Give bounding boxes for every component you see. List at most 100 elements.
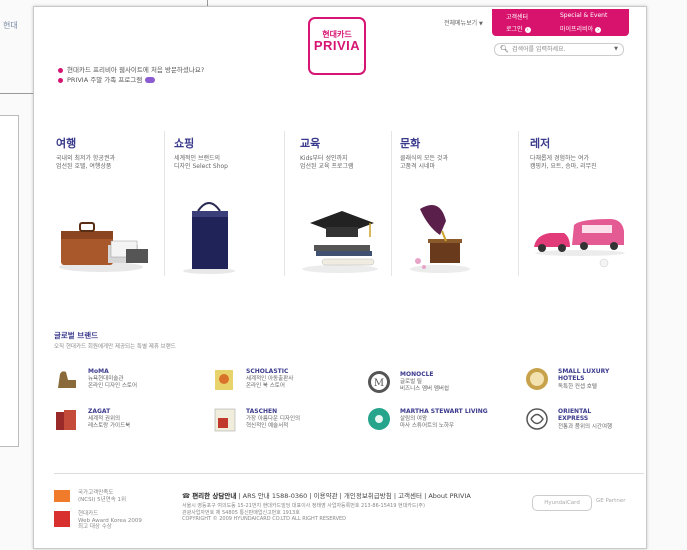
- brand-desc: 살림의 여왕 마사 스튜어트의 노하우: [400, 416, 454, 430]
- taschen-book-icon: [214, 408, 236, 432]
- category-title: 여행: [56, 137, 77, 150]
- customer-center-link[interactable]: 고객센터: [506, 12, 528, 21]
- brand-desc-line: 온라인 디자인 스토어: [88, 383, 138, 389]
- brand-desc-line: 혁신적인 예술서적: [246, 423, 289, 429]
- scholastic-book-icon: [215, 370, 233, 390]
- svg-text:M: M: [374, 378, 384, 389]
- customer-center-footer-link[interactable]: 고객센터: [398, 492, 422, 500]
- weekend-program-link[interactable]: PRIVIA 주말 가족 프로그램: [58, 74, 156, 84]
- award-icon: [54, 511, 70, 527]
- weekend-program-label: PRIVIA 주말 가족 프로그램: [67, 76, 143, 84]
- brand-name: MARTHA STEWART LIVING: [400, 408, 488, 415]
- brand-name-line: ORIENTAL: [558, 408, 592, 415]
- chevron-down-icon[interactable]: ▼: [614, 44, 618, 55]
- category-travel[interactable]: 여행 국내외 최저가 항공권과 엄선된 호텔, 여행상품: [56, 131, 166, 281]
- award-text: 현대카드 Web Award Korea 2009 최고 대상 수상: [78, 511, 142, 531]
- brand-monocle[interactable]: M MONOCLE 글로벌 릴 비즈니스 멤버 멤버쉽: [366, 369, 506, 399]
- my-privia-label: 마이프리비아: [560, 26, 594, 33]
- search-input[interactable]: 🔍︎ 검색어를 입력하세요. ▼: [494, 43, 624, 56]
- category-desc-line: 캠핑카, 요트, 승마, 리무진: [530, 163, 597, 170]
- brand-martha-stewart[interactable]: MARTHA STEWART LIVING 살림의 여왕 마사 스튜어트의 노하…: [366, 406, 506, 436]
- brand-desc: 세계적인 아동출판사 온라인 북 스토어: [246, 376, 293, 390]
- category-title: 문화: [400, 137, 421, 150]
- brand-name: MONOCLE: [400, 371, 434, 378]
- about-link[interactable]: About PRIVIA: [428, 492, 470, 500]
- award-text: 국가고객만족도 (NCSI) 5년연속 1위: [78, 490, 126, 503]
- brand-taschen[interactable]: TASCHEN 가장 아름다운 디자인의 혁신적인 예술서적: [212, 406, 352, 436]
- company-info: 서울시 영등포구 여의도동 15-21번지 현대카드빌딩 대표이사 정태영 사업…: [182, 503, 425, 523]
- zagat-books-icon: [56, 410, 76, 430]
- background-title: 현대: [3, 21, 18, 30]
- sitemap-link[interactable]: 전체메뉴보기 ▼: [444, 18, 483, 27]
- first-visit-link[interactable]: 현대카드 프리비아 웹사이트에 처음 방문하셨나요?: [58, 64, 204, 74]
- search-icon: 🔍︎: [500, 45, 509, 53]
- category-shopping[interactable]: 쇼핑 세계적인 브랜드의 디자인 Select Shop: [174, 131, 284, 281]
- category-desc: 다채롭게 경험하는 여가 캠핑카, 요트, 승마, 리무진: [530, 155, 635, 171]
- brand-desc-line: 뉴욕현대미술관: [88, 376, 124, 382]
- chevron-down-icon: ▼: [479, 21, 483, 27]
- category-culture[interactable]: 문화 클래식의 모든 것과 고품격 시네마: [400, 131, 510, 281]
- category-desc-line: 고품격 시네마: [400, 163, 436, 170]
- login-label: 로그인: [506, 26, 523, 33]
- category-desc-line: 다채롭게 경험하는 여가: [530, 155, 590, 162]
- brand-scholastic[interactable]: SCHOLASTIC 세계적인 아동출판사 온라인 북 스토어: [212, 366, 352, 396]
- category-desc-line: 엄선된 교육 프로그램: [300, 163, 354, 170]
- bullet-icon: [58, 77, 63, 83]
- gramophone-icon: [410, 205, 470, 273]
- oriental-express-emblem-icon: [526, 408, 548, 430]
- brand-name: SMALL LUXURY HOTELS: [558, 368, 609, 382]
- my-privia-button[interactable]: 마이프리비아 ›: [560, 24, 602, 33]
- hyundaicard-partner-logo[interactable]: HyundaiCard: [532, 495, 592, 511]
- category-leisure[interactable]: 레저 다채롭게 경험하는 여가 캠핑카, 요트, 승마, 리무진: [530, 131, 640, 281]
- speech-bubble-icon: [145, 77, 156, 83]
- brand-desc-line: 비즈니스 멤버 멤버쉽: [400, 386, 450, 392]
- sitemap-label: 전체메뉴보기: [444, 20, 478, 27]
- brand-desc: 뉴욕현대미술관 온라인 디자인 스토어: [88, 376, 137, 390]
- moma-chair-icon: [58, 371, 76, 388]
- brand-name-line: EXPRESS: [558, 415, 589, 422]
- brand-zagat[interactable]: ZAGAT 세계적 권위의 레스토랑 가이드북: [54, 406, 194, 436]
- award-icon: [54, 490, 70, 502]
- martha-stewart-logo-icon: [368, 408, 390, 430]
- brand-desc: 전통과 품위의 시간여행: [558, 424, 613, 430]
- category-title: 레저: [530, 137, 551, 150]
- brand-desc: 글로벌 릴 비즈니스 멤버 멤버쉽: [400, 379, 449, 393]
- brand-name: ZAGAT: [88, 408, 111, 415]
- brand-moma[interactable]: MoMA 뉴욕현대미술관 온라인 디자인 스토어: [54, 366, 194, 396]
- brand-name: TASCHEN: [246, 408, 278, 415]
- privia-logo[interactable]: 현대카드 PRIVIA: [308, 17, 366, 75]
- award-text-line: 최고 대상 수상: [78, 524, 112, 530]
- brand-desc-line: 살림의 여왕: [400, 416, 428, 422]
- award-text-line: (NCSI) 5년연속 1위: [78, 496, 127, 503]
- brand-desc-line: 세계적 권위의: [88, 416, 121, 422]
- brand-name: ORIENTAL EXPRESS: [558, 408, 591, 422]
- category-desc-line: Kids부터 성인까지: [300, 155, 348, 162]
- category-education[interactable]: 교육 Kids부터 성인까지 엄선된 교육 프로그램: [300, 131, 410, 281]
- category-desc-line: 세계적인 브랜드의: [174, 155, 221, 162]
- privacy-link[interactable]: 개인정보취급방침: [344, 492, 392, 500]
- ge-partner-logo: GE Partner: [596, 498, 626, 504]
- category-desc: Kids부터 성인까지 엄선된 교육 프로그램: [300, 155, 405, 171]
- brand-desc-line: 세계적인 아동출판사: [246, 376, 294, 382]
- login-button[interactable]: 로그인 ›: [506, 24, 531, 33]
- category-title: 쇼핑: [174, 137, 195, 150]
- brand-name-line: SMALL LUXURY: [558, 368, 610, 375]
- arrow-right-icon: ›: [524, 26, 531, 33]
- special-event-link[interactable]: Special & Event: [560, 12, 607, 19]
- category-divider: [164, 131, 165, 276]
- brand-oriental-express[interactable]: ORIENTAL EXPRESS 전통과 품위의 시간여행: [524, 406, 646, 436]
- category-divider: [518, 131, 519, 276]
- category-desc-line: 디자인 Select Shop: [174, 163, 228, 170]
- brand-desc: 가장 아름다운 디자인의 혁신적인 예술서적: [246, 416, 300, 430]
- ars-info: ARS 안내 1588-0360: [242, 492, 308, 500]
- brand-desc: 독특한 컨셉 호텔: [558, 384, 597, 390]
- terms-link[interactable]: 이용약관: [314, 492, 338, 500]
- global-brands-subtitle: 오직 현대카드 회원에게만 제공되는 특별 제휴 브랜드: [54, 344, 176, 350]
- category-desc-line: 엄선된 호텔, 여행상품: [56, 163, 112, 170]
- bullet-icon: [58, 67, 63, 73]
- search-placeholder: 검색어를 입력하세요.: [512, 46, 566, 53]
- phone-icon: ☎: [182, 492, 191, 500]
- brand-small-luxury-hotels[interactable]: SMALL LUXURY HOTELS 독특한 컨셉 호텔: [524, 366, 646, 396]
- category-desc: 국내외 최저가 항공권과 엄선된 호텔, 여행상품: [56, 155, 161, 171]
- brand-desc-line: 가장 아름다운 디자인의: [246, 416, 301, 422]
